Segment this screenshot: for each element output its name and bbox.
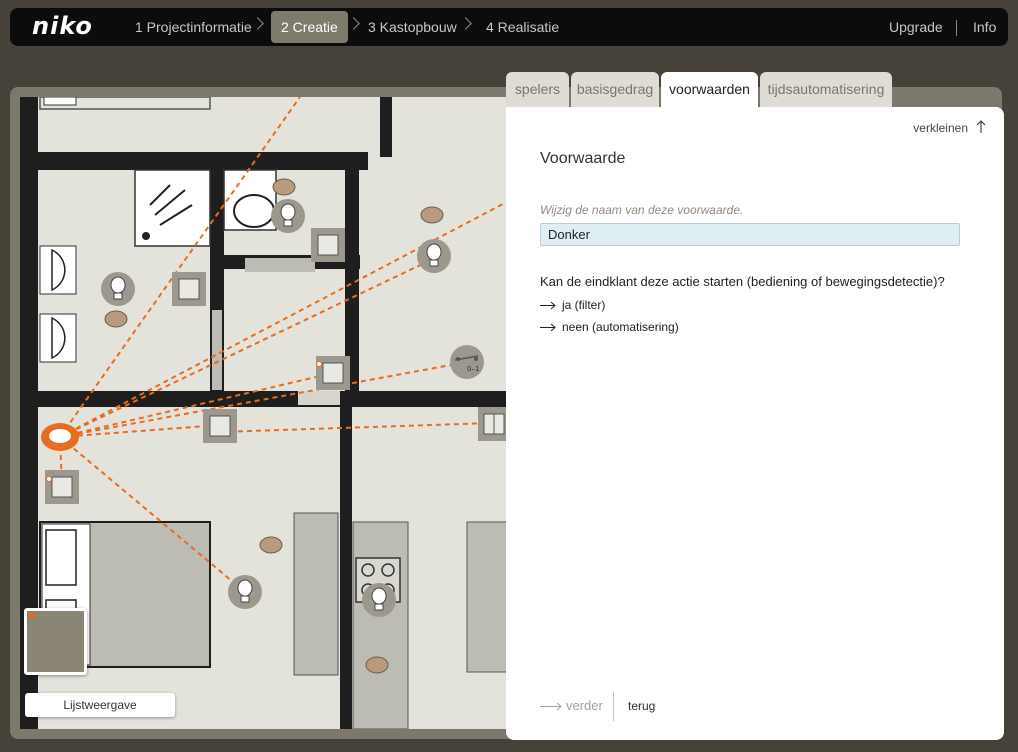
top-separator [956, 20, 957, 36]
automation-switch-icon [450, 345, 484, 379]
arrow-right-icon [540, 323, 556, 332]
option-label: neen (automatisering) [562, 320, 679, 334]
upgrade-link[interactable]: Upgrade [889, 11, 943, 43]
step-creatie[interactable]: 2 Creatie [271, 11, 348, 43]
tab-basisgedrag[interactable]: basisgedrag [571, 72, 659, 107]
selected-device-marker [41, 423, 79, 451]
floorplan-drawing [20, 97, 520, 729]
arrow-right-icon [540, 702, 562, 711]
connection-lines [59, 97, 520, 593]
next-button[interactable]: verder [540, 698, 603, 714]
floorplan-canvas[interactable]: 0–1 [20, 97, 520, 729]
step-kastopbouw[interactable]: 3 Kastopbouw [358, 11, 467, 43]
step-realisatie[interactable]: 4 Realisatie [476, 11, 569, 43]
next-label: verder [566, 698, 603, 713]
top-bar: niko 1 Projectinformatie 2 Creatie 3 Kas… [10, 8, 1008, 46]
niko-logo[interactable]: niko [32, 12, 93, 40]
collapse-button[interactable]: verkleinen [913, 121, 968, 135]
condition-name-input[interactable] [540, 223, 960, 246]
tab-voorwaarden[interactable]: voorwaarden [661, 72, 758, 109]
tab-tijdsautomatisering[interactable]: tijdsautomatisering [760, 72, 892, 107]
rename-label: Wijzig de naam van deze voorwaarde. [540, 203, 744, 217]
option-no-automation[interactable]: neen (automatisering) [540, 319, 679, 335]
tab-spelers[interactable]: spelers [506, 72, 569, 107]
arrow-up-icon[interactable] [976, 120, 986, 134]
minimap[interactable] [24, 608, 87, 675]
conditions-panel: verkleinen Voorwaarde Wijzig de naam van… [506, 107, 1004, 740]
info-link[interactable]: Info [973, 11, 996, 43]
arrow-right-icon [540, 301, 556, 310]
back-button[interactable]: terug [628, 699, 655, 713]
option-label: ja (filter) [562, 298, 606, 312]
panel-title: Voorwaarde [540, 150, 626, 167]
footer-separator [613, 691, 614, 721]
switch-label: 0–1 [467, 365, 480, 373]
trigger-question: Kan de eindklant deze actie starten (bed… [540, 274, 945, 289]
minimap-viewport-marker [29, 613, 35, 618]
list-view-button[interactable]: Lijstweergave [25, 693, 175, 717]
step-projectinformatie[interactable]: 1 Projectinformatie [125, 11, 262, 43]
option-yes-filter[interactable]: ja (filter) [540, 297, 605, 313]
